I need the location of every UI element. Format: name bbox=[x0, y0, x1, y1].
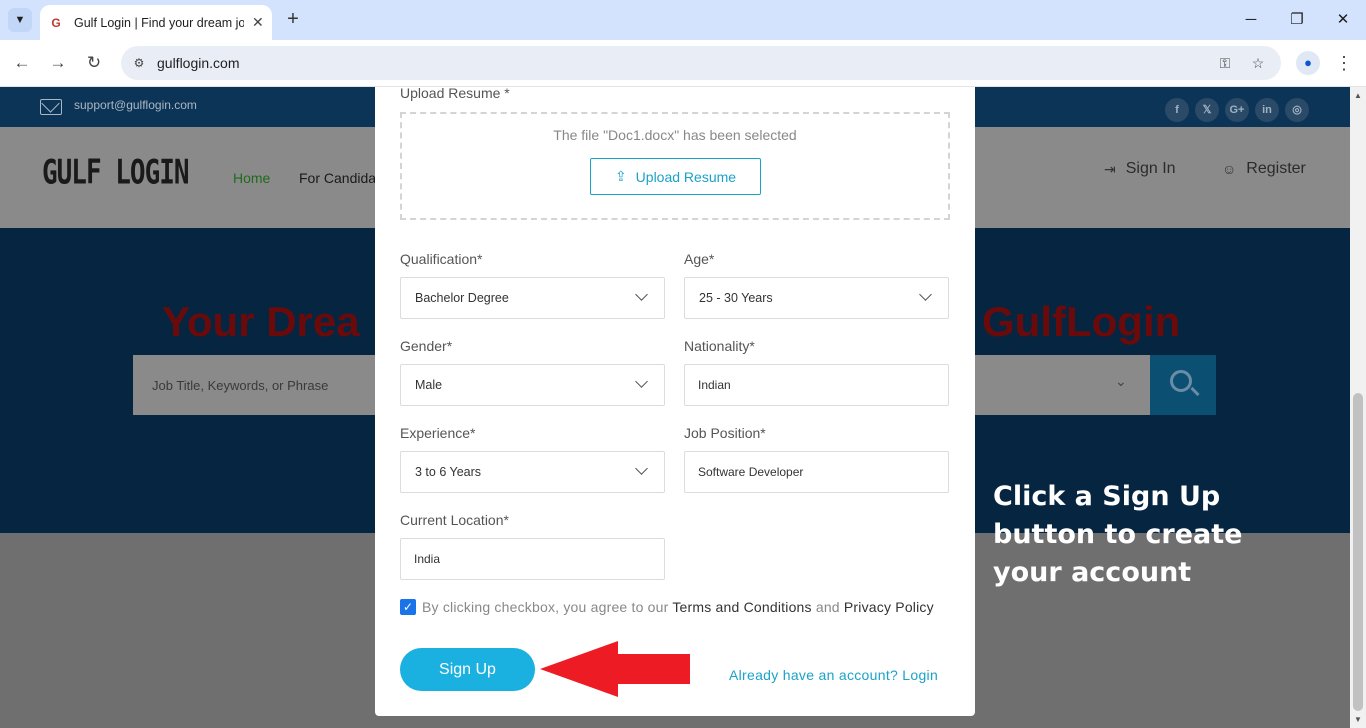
tab-title: Gulf Login | Find your dream jo bbox=[74, 15, 244, 30]
job-search-input[interactable]: Job Title, Keywords, or Phrase bbox=[133, 355, 378, 415]
forward-icon[interactable]: → bbox=[45, 50, 71, 76]
terms-and: and bbox=[811, 599, 844, 615]
experience-value: 3 to 6 Years bbox=[415, 465, 482, 479]
new-tab-button[interactable]: + bbox=[282, 8, 304, 32]
chevron-down-icon: ▼ bbox=[14, 14, 26, 26]
location-select[interactable]: ⌄ bbox=[975, 355, 1150, 415]
scrollbar-thumb[interactable] bbox=[1353, 393, 1363, 711]
nav-home-link[interactable]: Home bbox=[233, 170, 270, 186]
terms-link[interactable]: Terms and Conditions bbox=[672, 599, 811, 615]
chevron-down-icon bbox=[635, 462, 648, 475]
instruction-annotation: Click a Sign Up button to create your ac… bbox=[993, 481, 1243, 588]
qualification-select[interactable]: Bachelor Degree bbox=[400, 277, 665, 319]
bookmark-star-icon[interactable]: ☆ bbox=[1248, 53, 1268, 73]
back-icon[interactable]: ← bbox=[9, 50, 35, 76]
browser-tab-bar: ▼ G Gulf Login | Find your dream jo ✕ + … bbox=[0, 0, 1366, 40]
terms-checkbox[interactable]: ✓ bbox=[400, 599, 416, 615]
job-position-field[interactable] bbox=[684, 451, 949, 493]
nationality-input[interactable] bbox=[685, 365, 948, 405]
google-plus-icon[interactable]: G+ bbox=[1225, 98, 1249, 122]
linkedin-icon[interactable]: in bbox=[1255, 98, 1279, 122]
qualification-label: Qualification* bbox=[400, 251, 483, 267]
nationality-field[interactable] bbox=[684, 364, 949, 406]
register-label: Register bbox=[1246, 160, 1306, 177]
x-twitter-icon[interactable]: 𝕏 bbox=[1195, 98, 1219, 122]
sign-up-button[interactable]: Sign Up bbox=[400, 648, 535, 691]
window-close-button[interactable]: ✕ bbox=[1320, 6, 1366, 34]
browser-toolbar: ← → ↻ ⚙ gulflogin.com ⚿ ☆ ● ⋮ bbox=[0, 40, 1366, 87]
age-label: Age* bbox=[684, 251, 715, 267]
register-link[interactable]: ☺ Register bbox=[1222, 160, 1306, 178]
page-scrollbar[interactable]: ▲ ▼ bbox=[1350, 87, 1366, 728]
gender-label: Gender* bbox=[400, 338, 453, 354]
scroll-down-icon[interactable]: ▼ bbox=[1354, 715, 1362, 724]
qualification-value: Bachelor Degree bbox=[415, 291, 509, 305]
upload-icon: ⇪ bbox=[614, 168, 627, 184]
tab-search-button[interactable]: ▼ bbox=[8, 8, 32, 32]
search-button[interactable] bbox=[1150, 355, 1216, 415]
sign-in-icon: ⇥ bbox=[1104, 160, 1116, 177]
chevron-down-icon bbox=[635, 288, 648, 301]
terms-prefix: By clicking checkbox, you agree to our bbox=[422, 599, 673, 615]
restore-button[interactable]: ❐ bbox=[1274, 6, 1320, 34]
current-location-field[interactable] bbox=[400, 538, 665, 580]
chevron-down-icon: ⌄ bbox=[1115, 373, 1127, 389]
site-favicon-icon: G bbox=[51, 15, 61, 30]
checkmark-icon: ✓ bbox=[402, 600, 414, 614]
gender-select[interactable]: Male bbox=[400, 364, 665, 406]
address-bar[interactable]: ⚙ gulflogin.com ⚿ ☆ bbox=[121, 46, 1281, 80]
mail-icon bbox=[40, 99, 62, 115]
upload-resume-button[interactable]: ⇪ Upload Resume bbox=[590, 158, 761, 195]
sign-in-link[interactable]: ⇥ Sign In bbox=[1104, 160, 1176, 178]
instagram-icon[interactable]: ◎ bbox=[1285, 98, 1309, 122]
upload-status: The file "Doc1.docx" has been selected bbox=[553, 127, 797, 143]
facebook-icon[interactable]: f bbox=[1165, 98, 1189, 122]
signup-modal: Upload Resume * The file "Doc1.docx" has… bbox=[375, 85, 975, 716]
minimize-button[interactable]: ─ bbox=[1228, 6, 1274, 34]
site-info-icon[interactable]: ⚙ bbox=[129, 53, 149, 73]
nav-candidates-link[interactable]: For Candidat bbox=[299, 170, 380, 186]
profile-avatar-icon[interactable]: ● bbox=[1296, 51, 1320, 75]
experience-select[interactable]: 3 to 6 Years bbox=[400, 451, 665, 493]
browser-menu-icon[interactable]: ⋮ bbox=[1334, 50, 1354, 76]
hero-title-left: Your Drea bbox=[162, 298, 360, 345]
chevron-down-icon bbox=[919, 288, 932, 301]
user-plus-icon: ☺ bbox=[1222, 161, 1237, 177]
hero-title-right: GulfLogin bbox=[982, 298, 1181, 345]
nationality-label: Nationality* bbox=[684, 338, 755, 354]
job-position-input[interactable] bbox=[685, 452, 948, 492]
scroll-up-icon[interactable]: ▲ bbox=[1354, 91, 1362, 100]
tab-close-icon[interactable]: ✕ bbox=[252, 14, 264, 31]
sign-in-label: Sign In bbox=[1125, 160, 1176, 177]
url-text: gulflogin.com bbox=[157, 55, 240, 71]
chevron-down-icon bbox=[635, 375, 648, 388]
gender-value: Male bbox=[415, 378, 443, 392]
privacy-policy-link[interactable]: Privacy Policy bbox=[844, 599, 934, 615]
red-arrow-annotation bbox=[540, 641, 690, 697]
experience-label: Experience* bbox=[400, 425, 476, 441]
search-icon bbox=[1170, 370, 1192, 392]
search-placeholder: Job Title, Keywords, or Phrase bbox=[152, 378, 329, 393]
upload-resume-button-label: Upload Resume bbox=[635, 168, 737, 185]
site-logo[interactable]: GULF LOGIN bbox=[42, 154, 190, 193]
current-location-label: Current Location* bbox=[400, 512, 509, 528]
age-value: 25 - 30 Years bbox=[699, 291, 773, 305]
browser-tab[interactable]: G Gulf Login | Find your dream jo ✕ bbox=[40, 5, 272, 40]
arrow-shape bbox=[540, 641, 690, 697]
age-select[interactable]: 25 - 30 Years bbox=[684, 277, 949, 319]
key-icon[interactable]: ⚿ bbox=[1215, 53, 1235, 73]
reload-icon[interactable]: ↻ bbox=[81, 50, 107, 76]
support-email[interactable]: support@gulflogin.com bbox=[74, 98, 197, 112]
upload-resume-label: Upload Resume * bbox=[400, 85, 510, 101]
terms-text: By clicking checkbox, you agree to our T… bbox=[422, 597, 942, 617]
job-position-label: Job Position* bbox=[684, 425, 766, 441]
current-location-input[interactable] bbox=[401, 539, 664, 579]
upload-dropzone[interactable]: The file "Doc1.docx" has been selected ⇪… bbox=[400, 112, 950, 220]
login-link[interactable]: Already have an account? Login bbox=[729, 667, 938, 683]
